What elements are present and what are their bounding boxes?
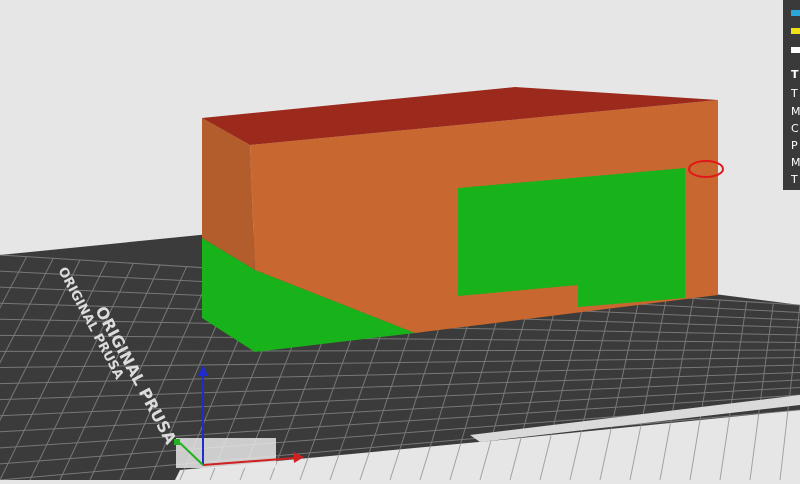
scene-canvas[interactable]: ORIGINAL PRUSA ORIGINAL PRUSA bbox=[0, 0, 800, 481]
legend-row-2: M bbox=[791, 105, 800, 118]
legend-row-0: T bbox=[791, 68, 799, 81]
legend-row-3: C bbox=[791, 122, 799, 135]
y-axis-arrow-icon bbox=[174, 439, 180, 445]
legend-row-4: P bbox=[791, 139, 798, 152]
legend-row-1: T bbox=[791, 87, 798, 100]
legend-row-5: M bbox=[791, 156, 800, 169]
legend-swatch-white bbox=[791, 47, 800, 53]
legend-swatch-yellow bbox=[791, 28, 800, 34]
legend-panel: T T M C P M T bbox=[783, 0, 800, 190]
3d-viewport[interactable]: ORIGINAL PRUSA ORIGINAL PRUSA T T M C P … bbox=[0, 0, 800, 481]
legend-row-6: T bbox=[791, 173, 798, 186]
legend-swatch-blue bbox=[791, 10, 800, 16]
